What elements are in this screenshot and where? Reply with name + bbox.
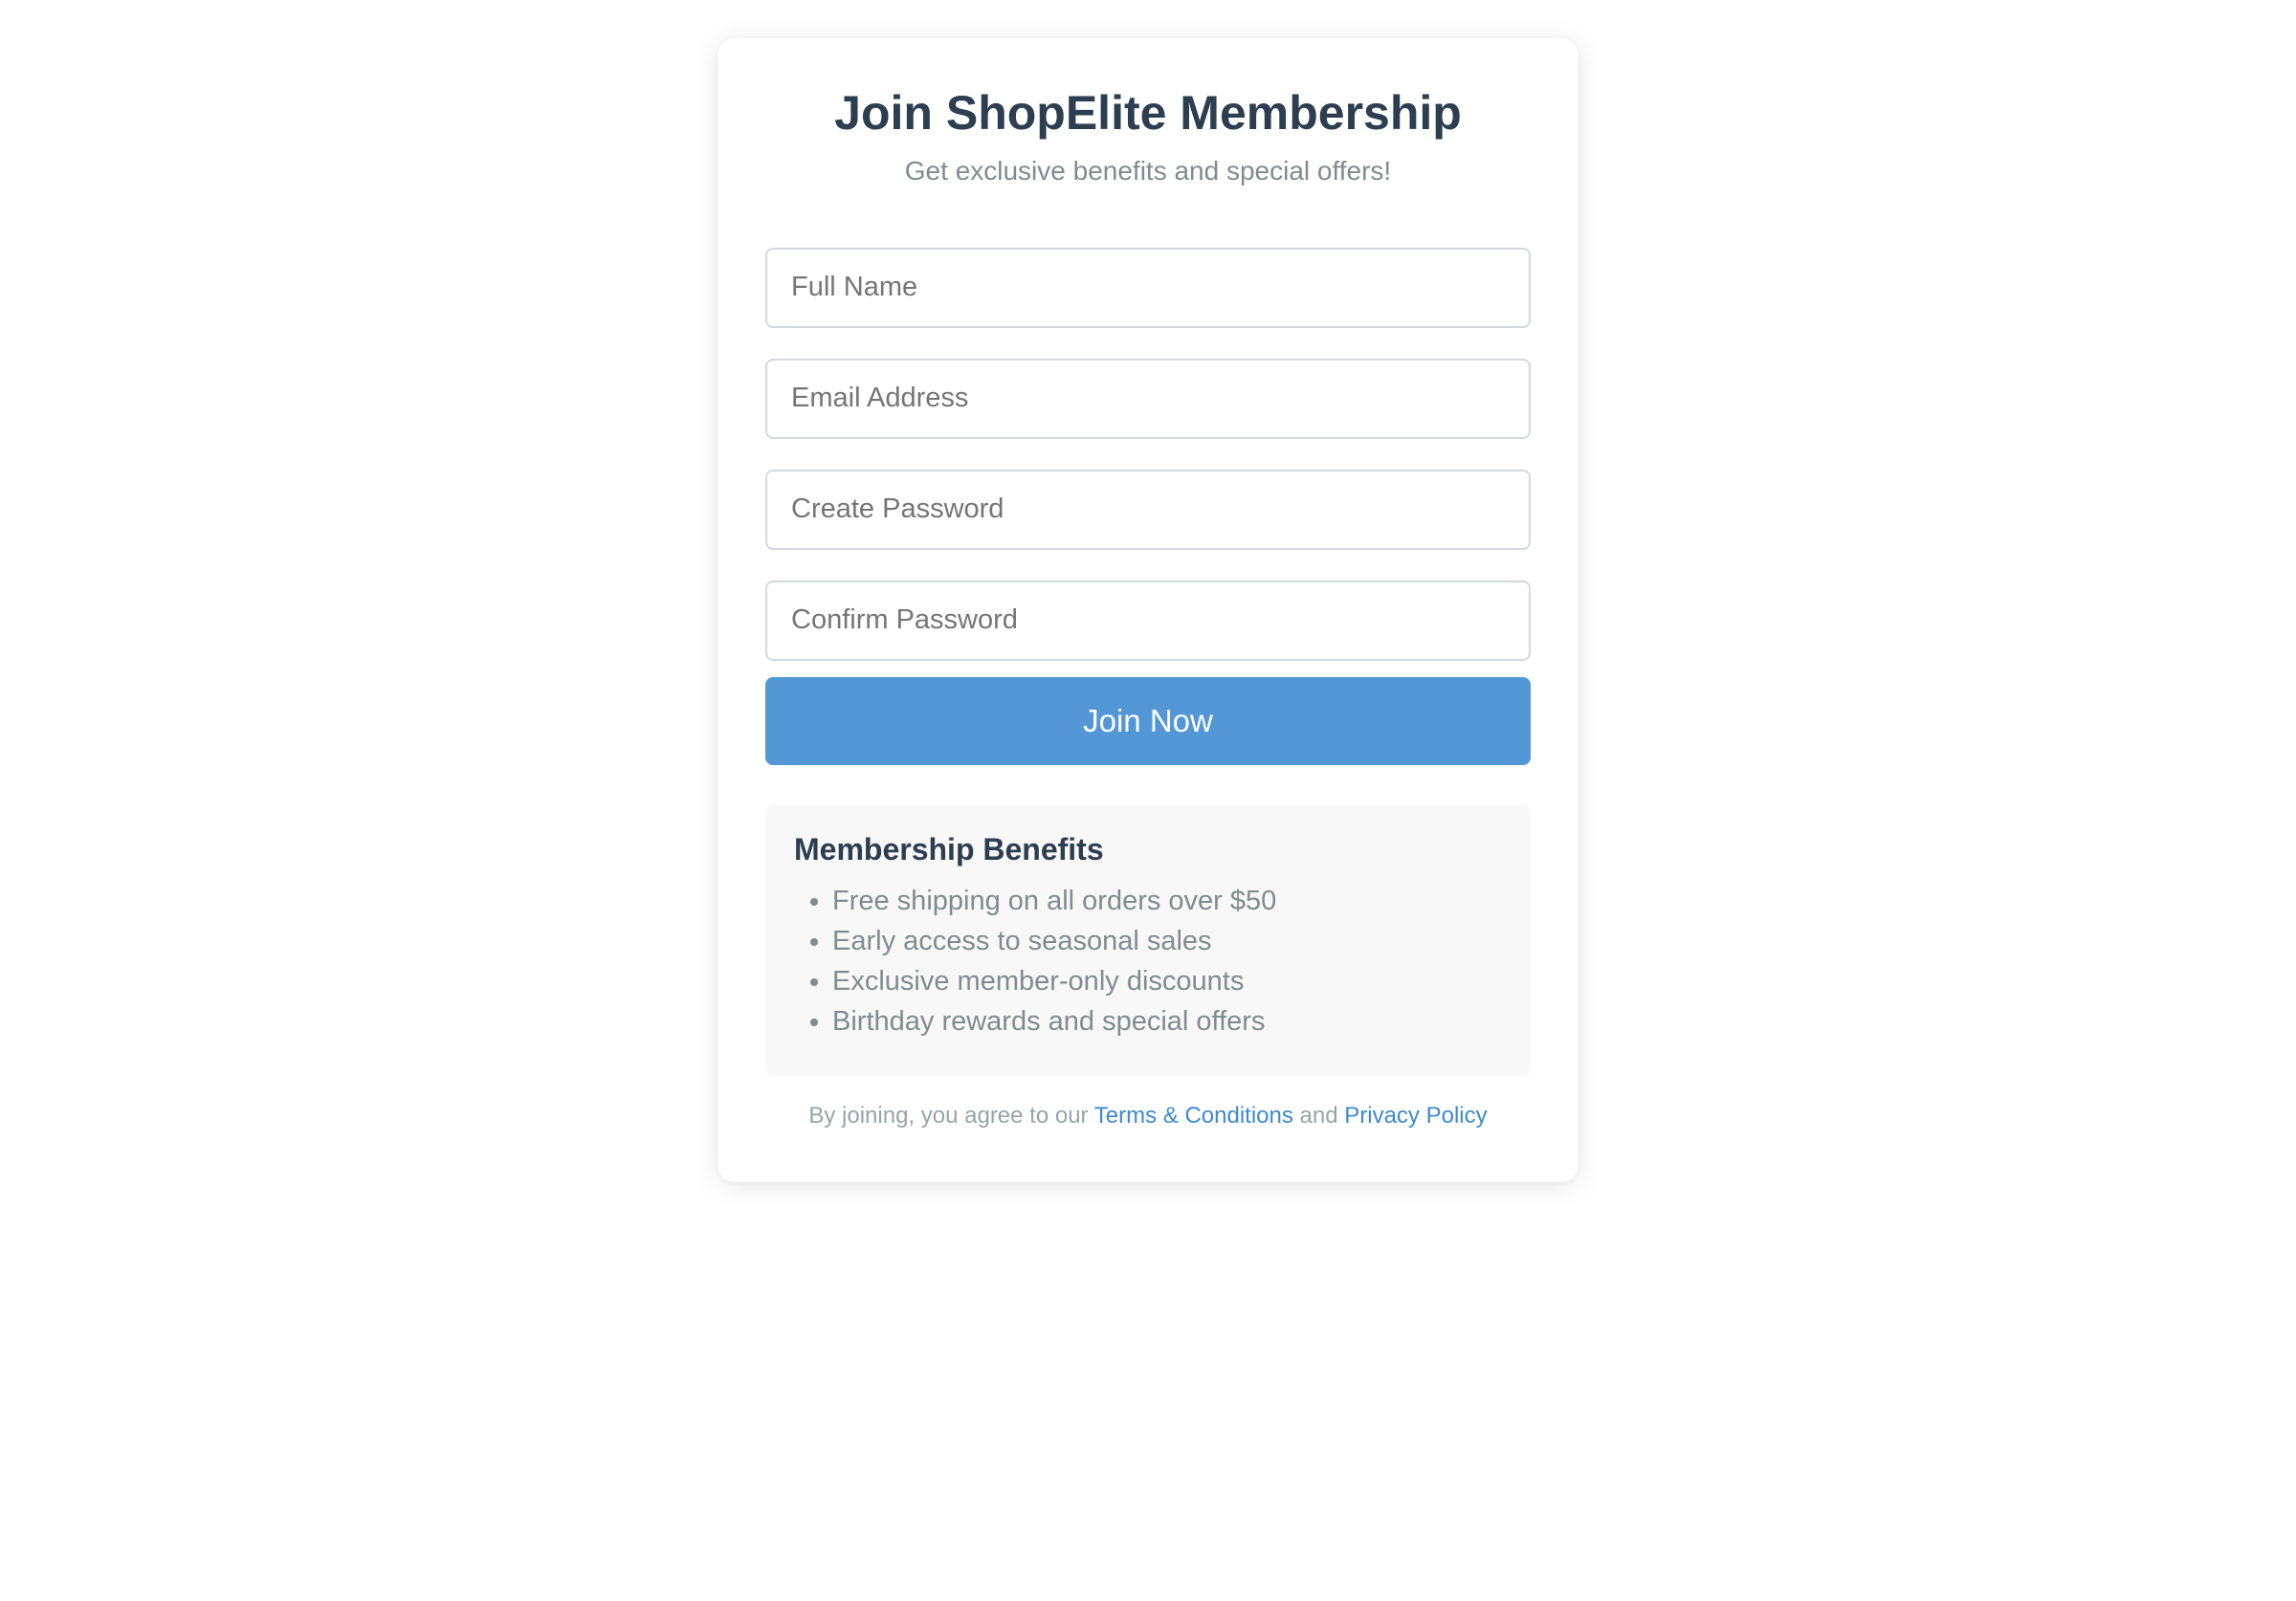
terms-prefix: By joining, you agree to our	[808, 1102, 1089, 1129]
terms-conjunction: and	[1299, 1102, 1338, 1129]
email-input[interactable]	[765, 358, 1531, 439]
benefit-item: Free shipping on all orders over $50	[832, 881, 1502, 921]
privacy-link[interactable]: Privacy Policy	[1344, 1103, 1487, 1129]
terms-notice: By joining, you agree to our Terms & Con…	[765, 1103, 1531, 1129]
benefits-title: Membership Benefits	[794, 831, 1104, 866]
join-now-button[interactable]: Join Now	[765, 676, 1531, 765]
benefit-item: Birthday rewards and special offers	[832, 1001, 1502, 1042]
password-input[interactable]	[765, 469, 1531, 550]
benefit-item: Exclusive member-only discounts	[832, 961, 1502, 1001]
page-subtitle: Get exclusive benefits and special offer…	[904, 156, 1392, 186]
terms-link[interactable]: Terms & Conditions	[1094, 1103, 1293, 1129]
confirm-password-input[interactable]	[765, 580, 1531, 661]
signup-card: Join ShopElite Membership Get exclusive …	[718, 38, 1578, 1182]
full-name-input[interactable]	[765, 247, 1531, 328]
benefit-item: Early access to seasonal sales	[832, 921, 1502, 961]
page-title: Join ShopElite Membership	[834, 86, 1462, 140]
signup-form: Join Now	[765, 247, 1531, 765]
page: Join ShopElite Membership Get exclusive …	[0, 0, 2296, 1601]
benefits-list: Free shipping on all orders over $50 Ear…	[794, 881, 1502, 1042]
benefits-panel: Membership Benefits Free shipping on all…	[765, 803, 1531, 1076]
